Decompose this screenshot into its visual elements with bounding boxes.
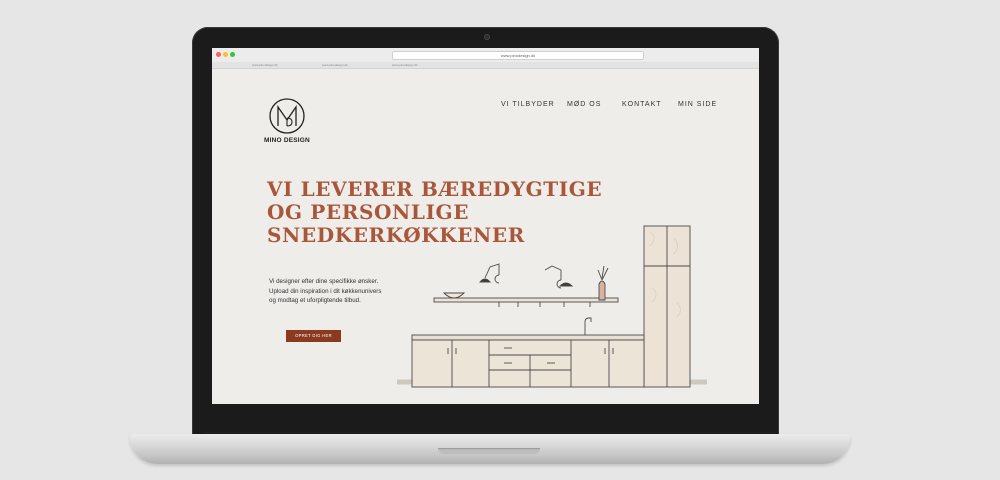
- kitchen-illustration: [397, 225, 707, 388]
- laptop-lid: www.pinodesign.dk www.pinodesign.dk www.…: [192, 27, 779, 435]
- laptop-notch: [438, 448, 540, 454]
- browser-window: www.pinodesign.dk www.pinodesign.dk www.…: [212, 48, 759, 404]
- webcam-icon: [484, 34, 490, 40]
